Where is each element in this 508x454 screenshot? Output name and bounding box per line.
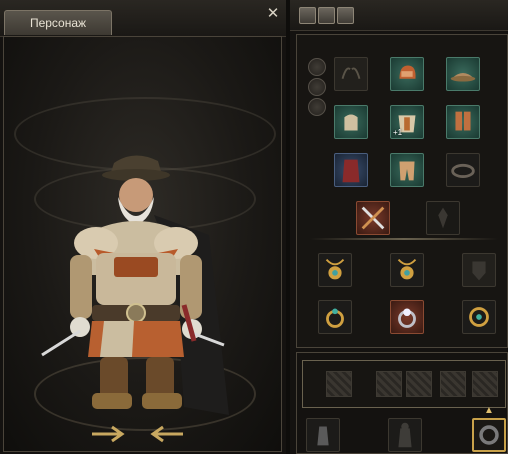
diamond-ring-icon (398, 308, 416, 328)
slot-ring-center[interactable] (390, 300, 424, 334)
side-toggle-3[interactable] (308, 98, 326, 116)
slot-necklace-center[interactable] (390, 253, 424, 287)
hat-icon (450, 73, 476, 82)
amulet-icon (397, 258, 417, 280)
slot-bag-3[interactable] (406, 371, 432, 397)
bracelet-icon (469, 307, 489, 327)
slot-hat[interactable] (446, 57, 480, 91)
slot-bag-4[interactable] (440, 371, 466, 397)
slot-gloves[interactable] (334, 105, 368, 139)
tab-character[interactable]: Персонаж (4, 10, 112, 35)
slot-bag-1[interactable] (326, 371, 352, 397)
slot-ring-left[interactable] (318, 300, 352, 334)
helmet-icon (399, 65, 416, 79)
bracelet-icon (479, 425, 499, 445)
slot-helmet[interactable] (390, 57, 424, 91)
slot-earring-left[interactable] (334, 57, 368, 91)
side-toggle-2[interactable] (308, 78, 326, 96)
slot-chest[interactable]: +1 (390, 105, 424, 139)
amulet-icon (325, 258, 345, 280)
side-toggle-1[interactable] (308, 58, 326, 76)
ears-icon (341, 67, 361, 79)
slot-necklace-left[interactable] (318, 253, 352, 287)
belt-icon (451, 163, 475, 178)
crossed-swords-icon (361, 206, 385, 230)
enchant-badge: +1 (393, 128, 403, 137)
slot-pants[interactable] (390, 153, 424, 187)
slot-bracelet[interactable] (462, 300, 496, 334)
slot-boots[interactable] (446, 105, 480, 139)
slot-offhand[interactable] (426, 201, 460, 235)
arrow-up-icon: ▲ (484, 405, 494, 416)
slot-utility-1[interactable] (306, 418, 340, 452)
slot-talisman[interactable] (462, 253, 496, 287)
group-icon[interactable] (337, 7, 354, 24)
equipment-divider (310, 238, 498, 240)
cloak-icon (342, 159, 360, 183)
slot-utility-3-selected[interactable] (472, 418, 506, 452)
slot-belt[interactable] (446, 153, 480, 187)
thimble-icon (317, 426, 329, 446)
glove-icon (344, 114, 358, 131)
pants-icon (399, 161, 415, 181)
character-preview[interactable] (3, 36, 282, 452)
character-model (41, 155, 229, 415)
close-button[interactable]: ✕ (265, 5, 281, 23)
slot-weapon[interactable] (356, 201, 390, 235)
person-icon[interactable] (299, 7, 316, 24)
slot-cloak[interactable] (334, 153, 368, 187)
slot-bag-5[interactable] (472, 371, 498, 397)
slot-utility-2[interactable] (388, 418, 422, 452)
back-arrow-icon[interactable] (318, 7, 335, 24)
rotate-left-arrow-icon[interactable] (143, 424, 185, 444)
boots-icon (455, 111, 471, 131)
shield-emblem-icon (472, 261, 486, 281)
rotate-right-arrow-icon[interactable] (90, 424, 132, 444)
emblem-icon (438, 207, 448, 229)
armor-stand-icon (398, 422, 412, 448)
slot-bag-2[interactable] (376, 371, 402, 397)
ring-icon (326, 308, 344, 328)
